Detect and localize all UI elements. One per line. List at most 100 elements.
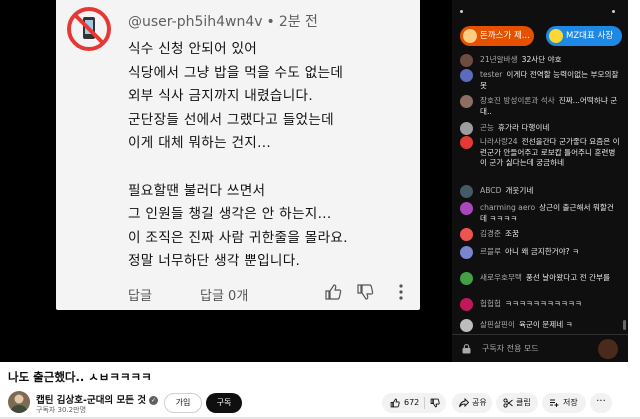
- share-button[interactable]: 공유: [452, 393, 492, 413]
- chat-message-body: 헙헙헙 ㅋㅋㅋㅋㅋㅋㅋㅋㅋㅋㅋ: [480, 299, 620, 310]
- chat-avatar[interactable]: [460, 202, 473, 215]
- like-count[interactable]: 672: [404, 393, 419, 413]
- reply-button[interactable]: 답글: [128, 285, 152, 304]
- clip-button[interactable]: 클립: [496, 393, 538, 413]
- dot-icon: [612, 10, 615, 13]
- subscriber-only-mode-label: 구독자 전용 모드: [482, 344, 539, 353]
- thumbs-down-icon[interactable]: [356, 283, 374, 301]
- donor-name: MZ대표 사장: [566, 31, 614, 41]
- share-icon: [459, 398, 469, 408]
- comment-screenshot-card: @user-ph5ih4wn4v • 2분 전 식수 신청 안되어 있어식당에서 그…: [56, 0, 420, 310]
- subscriber-count: 구독자 30.2만명: [36, 406, 87, 414]
- channel-name-line[interactable]: 캡틴 김상호-군대의 모든 것 ✓: [36, 392, 159, 406]
- chat-author[interactable]: ABCD: [480, 186, 501, 195]
- comment-author-handle: @user-ph5ih4wn4v: [128, 14, 263, 30]
- chat-avatar[interactable]: [460, 319, 473, 332]
- lock-icon: [462, 344, 471, 354]
- chat-author[interactable]: 장호진 방성이론과 석사: [480, 96, 555, 105]
- thumbs-up-icon[interactable]: [324, 283, 342, 301]
- verified-icon: ✓: [149, 396, 159, 405]
- thumbs-up-icon[interactable]: [390, 398, 400, 408]
- like-dislike-group: 672: [382, 393, 446, 413]
- chat-author[interactable]: 21년알바생: [480, 55, 518, 64]
- chat-message-body: charming aero 상근이 출근해서 뭐할건데 ㅋㅋㅋㅋ: [480, 203, 620, 224]
- comment-line: 식당에서 그냥 밥을 먹을 수도 없는데: [128, 64, 344, 81]
- subscribe-button[interactable]: 구독: [206, 393, 242, 413]
- chat-author[interactable]: 김경준: [480, 229, 501, 238]
- chat-author[interactable]: 새로우호무택: [480, 273, 522, 282]
- more-actions-button[interactable]: ···: [590, 393, 612, 413]
- reply-count[interactable]: 답글 0개: [200, 285, 248, 304]
- chat-author[interactable]: 헙헙헙: [480, 299, 501, 308]
- chat-scrollbar[interactable]: [623, 320, 626, 330]
- comment-line: 정말 너무하단 생각 뿐입니다.: [128, 253, 301, 270]
- chat-top-bar: [452, 0, 628, 20]
- dot-icon: [460, 10, 463, 13]
- chat-message-body: 김경준 조꿈: [480, 229, 620, 240]
- chat-footer: 구독자 전용 모드: [452, 334, 628, 362]
- chat-avatar[interactable]: [460, 185, 473, 198]
- chat-avatar[interactable]: [460, 272, 473, 285]
- save-label: 저장: [563, 398, 578, 407]
- person-icon: [10, 394, 28, 413]
- separator: •: [266, 14, 275, 30]
- chat-author[interactable]: 르블루: [480, 247, 501, 256]
- donor-ticker: 돈까스가 제... MZ대표 사장: [456, 26, 626, 46]
- chat-text: 아니 왜 금지한거야? ㅋ: [504, 247, 580, 256]
- donor-chip[interactable]: 돈까스가 제...: [460, 26, 534, 46]
- comment-line: 군단장들 선에서 그랬다고 들었는데: [128, 111, 334, 128]
- comment-line: 식수 신청 안되어 있어: [128, 41, 258, 57]
- save-playlist-icon: [550, 399, 559, 407]
- chat-author[interactable]: 살핀살핀이: [480, 320, 515, 329]
- chat-avatar[interactable]: [460, 95, 473, 108]
- donor-chip[interactable]: MZ대표 사장: [546, 26, 622, 46]
- chat-message-body: 새로우호무택 풍선 날아왔다고 전 간부를: [480, 273, 620, 284]
- chat-message-body: 나라사랑24 전선을간다 군가좋다 요즘은 이런군가 안들어주고 로보캅 틀어주니…: [480, 137, 620, 169]
- share-label: 공유: [472, 398, 487, 407]
- chat-author[interactable]: 나라사랑24: [480, 137, 518, 146]
- video-player[interactable]: @user-ph5ih4wn4v • 2분 전 식수 신청 안되어 있어식당에서 그…: [0, 0, 452, 362]
- comment-author-line: @user-ph5ih4wn4v • 2분 전: [128, 11, 318, 31]
- chat-avatar[interactable]: [460, 228, 473, 241]
- chat-text: 휴가라 다행이네: [497, 123, 550, 132]
- chat-author[interactable]: charming aero: [480, 203, 535, 212]
- channel-avatar[interactable]: [8, 391, 30, 413]
- chat-avatar[interactable]: [460, 54, 473, 67]
- chat-text: 육군이 문제네 ㅋ: [518, 320, 573, 329]
- thumbs-down-icon[interactable]: [430, 398, 440, 408]
- join-button[interactable]: 가입: [164, 393, 202, 413]
- chat-author[interactable]: 곤능: [480, 123, 494, 132]
- comment-line: 외부 식사 금지까지 내렸습니다.: [128, 88, 313, 105]
- comment-actions: 답글 답글 0개: [128, 283, 418, 305]
- chat-avatar[interactable]: [460, 122, 473, 135]
- chat-text: 풍선 날아왔다고 전 간부를: [525, 273, 611, 282]
- chat-text: ㅋㅋㅋㅋㅋㅋㅋㅋㅋㅋㅋ: [504, 299, 582, 308]
- clip-label: 클립: [516, 398, 531, 407]
- chat-avatar[interactable]: [460, 246, 473, 259]
- chat-text: 조꿈: [504, 229, 519, 238]
- chat-text: 32사단 야호: [521, 55, 562, 64]
- comment-time: 2분 전: [278, 14, 318, 30]
- chat-message-body: ABCD 개웃기네: [480, 186, 620, 197]
- chat-avatar[interactable]: [460, 136, 473, 149]
- chat-avatar[interactable]: [460, 69, 473, 82]
- donor-name: 돈까스가 제...: [480, 31, 530, 41]
- reaction-button[interactable]: [598, 339, 618, 359]
- live-chat-panel: 돈까스가 제... MZ대표 사장 21년알바생 32사단 야호 tester 이게다…: [452, 0, 628, 362]
- comment-text: 식수 신청 안되어 있어식당에서 그냥 밥을 먹을 수도 없는데외부 식사 금지…: [128, 38, 348, 274]
- chat-text: 개웃기네: [505, 186, 534, 195]
- chat-avatar[interactable]: [460, 298, 473, 311]
- comment-line: 필요할땐 불러다 쓰면서: [128, 182, 266, 199]
- chat-message-body: 곤능 휴가라 다행이네: [480, 123, 620, 134]
- chat-message-body: 21년알바생 32사단 야호: [480, 55, 620, 66]
- scissors-icon: [503, 398, 513, 408]
- comment-line: 이 조직은 진짜 사람 귀한줄을 몰라요.: [128, 229, 348, 246]
- chat-author[interactable]: tester: [480, 70, 502, 79]
- video-title: 나도 출근했다.. ㅅㅂㅋㅋㅋㅋ: [8, 370, 152, 384]
- save-button[interactable]: 저장: [542, 393, 586, 413]
- more-vertical-icon[interactable]: [392, 283, 410, 301]
- donor-avatar: [463, 29, 477, 43]
- no-phone-icon: [67, 7, 111, 51]
- comment-line: 이게 대체 뭐하는 건지...: [128, 135, 271, 152]
- chat-message-body: 살핀살핀이 육군이 문제네 ㅋ: [480, 320, 620, 331]
